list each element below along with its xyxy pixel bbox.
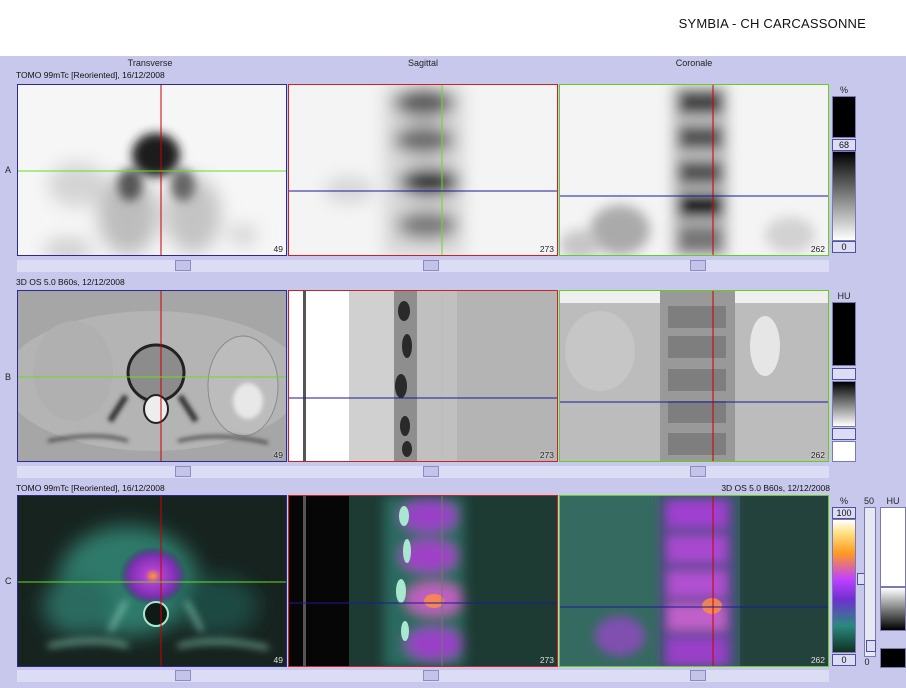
- slider-thumb-transverse[interactable]: [175, 670, 191, 681]
- scale-a-window-value[interactable]: 68: [832, 139, 856, 151]
- scale-b-window-handle[interactable]: [832, 368, 856, 380]
- scale-c-ct-min: 0: [864, 657, 870, 667]
- row-a-caption: TOMO 99mTc [Reoriented], 16/12/2008: [16, 70, 165, 80]
- viewport-c-sagittal[interactable]: 273: [288, 495, 558, 667]
- scale-c-ct-value: 50: [863, 496, 874, 506]
- scale-b-gradient[interactable]: [832, 381, 856, 427]
- viewport-c-transverse[interactable]: 49: [17, 495, 287, 667]
- row-a-slider-track: [17, 260, 829, 272]
- scale-b-level-handle[interactable]: [832, 428, 856, 440]
- scale-c-ct-gradient[interactable]: [880, 587, 906, 631]
- scale-c-max: 100: [832, 507, 856, 519]
- scale-a-gradient[interactable]: [832, 151, 856, 241]
- row-b-label: B: [5, 372, 12, 382]
- slice-number: 273: [539, 244, 554, 254]
- slider-thumb-sagittal[interactable]: [423, 260, 439, 271]
- slice-number: 273: [539, 450, 554, 460]
- viewport-a-sagittal[interactable]: 273: [288, 84, 558, 256]
- slider-thumb-coronal[interactable]: [690, 260, 706, 271]
- scale-c-ct-track[interactable]: [864, 507, 876, 657]
- slider-thumb-transverse[interactable]: [175, 466, 191, 477]
- scale-a-unit: %: [839, 85, 848, 95]
- viewport-a-coronal[interactable]: 262: [559, 84, 829, 256]
- column-header-transverse: Transverse: [127, 58, 173, 68]
- scale-a-upper: [832, 96, 856, 138]
- scale-c-ct-unit: HU: [886, 496, 900, 506]
- slider-thumb-coronal[interactable]: [690, 670, 706, 681]
- slice-number: 49: [273, 244, 283, 254]
- row-b-caption: 3D OS 5.0 B60s, 12/12/2008: [16, 277, 125, 287]
- app-title: SYMBIA - CH CARCASSONNE: [678, 16, 866, 31]
- slider-thumb-sagittal[interactable]: [423, 466, 439, 477]
- column-header-coronal: Coronale: [675, 58, 713, 68]
- row-b-slider-track: [17, 466, 829, 478]
- row-a-label: A: [5, 165, 12, 175]
- scale-b-lower: [832, 441, 856, 462]
- viewport-b-coronal[interactable]: 262: [559, 290, 829, 462]
- row-c-caption-left: TOMO 99mTc [Reoriented], 16/12/2008: [16, 483, 165, 493]
- scale-c-ct-upper: [880, 507, 906, 587]
- slice-number: 273: [539, 655, 554, 665]
- row-c-caption-right: 3D OS 5.0 B60s, 12/12/2008: [721, 483, 830, 493]
- slider-thumb-coronal[interactable]: [690, 466, 706, 477]
- column-header-sagittal: Sagittal: [407, 58, 439, 68]
- scale-b-unit: HU: [837, 291, 851, 301]
- slice-number: 49: [273, 450, 283, 460]
- viewport-a-transverse[interactable]: 49: [17, 84, 287, 256]
- slice-number: 262: [810, 450, 825, 460]
- scale-b-upper: [832, 302, 856, 366]
- scale-c-unit: %: [839, 496, 848, 506]
- slider-thumb-sagittal[interactable]: [423, 670, 439, 681]
- scale-c-ct-handle[interactable]: [866, 640, 876, 652]
- scale-c-gradient[interactable]: [832, 519, 856, 653]
- slice-number: 262: [810, 244, 825, 254]
- viewport-c-coronal[interactable]: 262: [559, 495, 829, 667]
- slider-thumb-transverse[interactable]: [175, 260, 191, 271]
- viewport-b-transverse[interactable]: 49: [17, 290, 287, 462]
- slice-number: 49: [273, 655, 283, 665]
- row-c-label: C: [5, 576, 12, 586]
- slice-number: 262: [810, 655, 825, 665]
- scale-c-min: 0: [832, 654, 856, 666]
- viewport-b-sagittal[interactable]: 273: [288, 290, 558, 462]
- row-c-slider-track: [17, 670, 829, 682]
- scale-a-min: 0: [832, 241, 856, 253]
- scale-c-ct-lower: [880, 648, 906, 668]
